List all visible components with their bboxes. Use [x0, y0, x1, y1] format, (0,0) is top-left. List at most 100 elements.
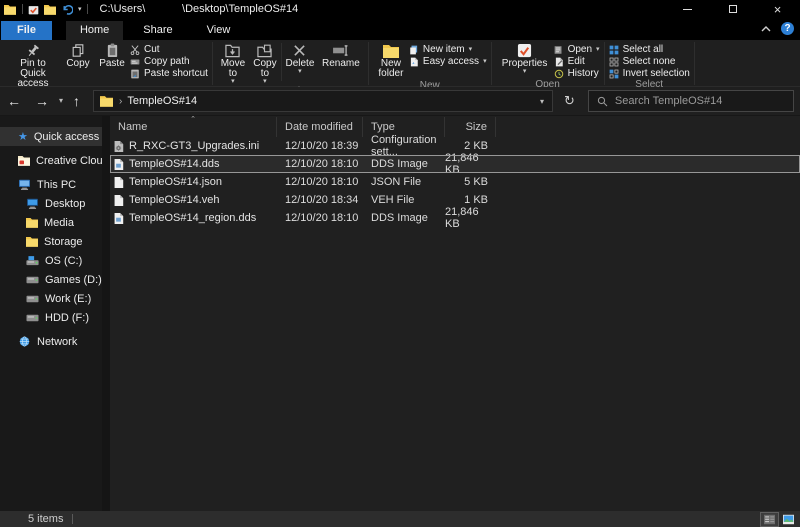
details-view-button[interactable] — [760, 512, 779, 527]
minimize-icon — [683, 9, 692, 10]
file-type: DDS Image — [363, 209, 445, 227]
move-to-button[interactable]: Move to▾ — [217, 42, 249, 86]
new-folder-button[interactable]: New folder — [373, 42, 409, 80]
tab-share[interactable]: Share — [129, 21, 186, 40]
tab-view[interactable]: View — [193, 21, 245, 40]
status-separator — [72, 514, 73, 524]
properties-quick-icon[interactable] — [28, 4, 39, 15]
file-date: 12/10/20 18:39 — [277, 137, 363, 155]
history-label: History — [568, 68, 599, 79]
navigation-pane: ★ Quick access Creative Cloud Files This… — [0, 116, 102, 511]
help-icon[interactable]: ? — [781, 22, 794, 35]
minimize-button[interactable] — [665, 0, 710, 18]
select-none-label: Select none — [623, 56, 676, 67]
dds-image-file-icon — [113, 158, 124, 171]
edit-button[interactable]: Edit — [554, 56, 600, 67]
easy-access-button[interactable]: Easy access ▾ — [409, 56, 487, 67]
delete-button[interactable]: Delete ▾ — [282, 42, 318, 76]
sidebar-item-quick-access[interactable]: ★ Quick access — [0, 127, 102, 146]
tab-file[interactable]: File — [1, 21, 52, 40]
edit-label: Edit — [568, 56, 585, 67]
sidebar-item-os-c[interactable]: OS (C:) — [0, 251, 102, 270]
search-box[interactable] — [588, 90, 794, 112]
copy-button[interactable]: Copy — [62, 42, 94, 70]
window-controls: × — [665, 0, 800, 18]
search-input[interactable] — [615, 95, 793, 107]
sidebar-item-this-pc[interactable]: This PC — [0, 175, 102, 194]
sidebar-item-media[interactable]: Media — [0, 213, 102, 232]
clipboard-small-buttons: Cut Copy path Paste shortcut — [130, 42, 208, 79]
sidebar-item-games-d[interactable]: Games (D:) — [0, 270, 102, 289]
dds-image-file-icon — [113, 212, 124, 225]
invert-selection-button[interactable]: Invert selection — [609, 68, 690, 79]
recent-locations-caret-icon[interactable]: ▾ — [56, 97, 66, 105]
sidebar-item-storage[interactable]: Storage — [0, 232, 102, 251]
address-dropdown-caret-icon[interactable]: ▾ — [532, 97, 552, 106]
file-date: 12/10/20 18:10 — [277, 155, 363, 173]
forward-button[interactable]: → — [28, 94, 56, 108]
file-name: TempleOS#14.dds — [129, 158, 220, 170]
breadcrumb-folder[interactable]: TempleOS#14 — [127, 95, 197, 107]
sidebar-item-label: OS (C:) — [45, 255, 82, 267]
properties-button[interactable]: Properties ▾ — [496, 42, 554, 76]
select-none-icon — [609, 57, 619, 67]
sidebar-item-work-e[interactable]: Work (E:) — [0, 289, 102, 308]
main-area: ★ Quick access Creative Cloud Files This… — [0, 116, 800, 511]
address-bar[interactable]: › TempleOS#14 ▾ — [93, 90, 553, 112]
copy-to-button[interactable]: Copy to▾ — [249, 42, 281, 86]
navigation-bar: ← → ▾ ↑ › TempleOS#14 ▾ ↻ — [0, 87, 800, 116]
new-folder-quick-icon[interactable] — [44, 4, 56, 15]
properties-icon — [517, 43, 532, 58]
column-header-type[interactable]: Type — [363, 117, 445, 137]
column-header-date-modified[interactable]: Date modified — [277, 117, 363, 137]
dropdown-caret-icon: ▾ — [523, 69, 527, 75]
select-all-button[interactable]: Select all — [609, 44, 690, 55]
back-button[interactable]: ← — [0, 94, 28, 108]
dropdown-caret-icon: ▾ — [483, 59, 487, 65]
details-view-icon — [763, 514, 776, 525]
sidebar-item-desktop[interactable]: Desktop — [0, 194, 102, 213]
collapse-ribbon-icon[interactable] — [761, 26, 771, 32]
column-header-name[interactable]: ⌃ Name — [110, 117, 277, 137]
maximize-button[interactable] — [710, 0, 755, 18]
creative-cloud-icon — [18, 155, 30, 166]
pin-to-quick-access-button[interactable]: Pin to Quick access — [4, 42, 62, 90]
up-button[interactable]: ↑ — [66, 94, 87, 108]
sidebar-item-label: This PC — [37, 179, 76, 191]
select-none-button[interactable]: Select none — [609, 56, 690, 67]
history-icon — [554, 69, 564, 79]
history-button[interactable]: History — [554, 68, 600, 79]
thumbnail-view-button[interactable] — [779, 512, 798, 527]
undo-icon[interactable] — [61, 4, 73, 15]
refresh-button[interactable]: ↻ — [553, 93, 586, 109]
file-row-dds-selected[interactable]: TempleOS#14.dds 12/10/20 18:10 DDS Image… — [110, 155, 800, 173]
easy-access-icon — [409, 57, 419, 67]
edit-icon — [554, 57, 564, 67]
pane-divider-scrollbar[interactable] — [102, 116, 110, 511]
sidebar-item-hdd-f[interactable]: HDD (F:) — [0, 308, 102, 327]
dropdown-caret-icon: ▾ — [263, 79, 267, 85]
move-to-icon — [225, 43, 240, 58]
copy-path-button[interactable]: Copy path — [130, 56, 208, 67]
separator — [87, 4, 88, 14]
paste-shortcut-label: Paste shortcut — [144, 68, 208, 79]
drive-icon — [26, 276, 39, 284]
sidebar-item-creative-cloud-files[interactable]: Creative Cloud Files — [0, 151, 102, 170]
new-folder-icon — [383, 43, 399, 58]
column-header-size[interactable]: Size — [445, 117, 496, 137]
rename-button[interactable]: Rename — [318, 42, 364, 70]
open-button[interactable]: Open ▾ — [554, 44, 600, 55]
file-row-region-dds[interactable]: TempleOS#14_region.dds 12/10/20 18:10 DD… — [110, 209, 800, 227]
customize-qat-caret-icon[interactable]: ▾ — [78, 5, 82, 13]
paste-shortcut-button[interactable]: Paste shortcut — [130, 68, 208, 79]
file-row-json[interactable]: TempleOS#14.json 12/10/20 18:10 JSON Fil… — [110, 173, 800, 191]
new-item-button[interactable]: New item ▾ — [409, 44, 487, 55]
sidebar-item-network[interactable]: Network — [0, 332, 102, 351]
paste-button[interactable]: Paste — [94, 42, 130, 70]
window-title-path: C:\Users\ \Desktop\TempleOS#14 — [100, 3, 299, 15]
file-list-pane[interactable]: ⌃ Name Date modified Type Size R_RXC-GT3… — [110, 116, 800, 511]
cut-label: Cut — [144, 44, 160, 55]
tab-home[interactable]: Home — [66, 21, 123, 40]
close-button[interactable]: × — [755, 0, 800, 18]
cut-button[interactable]: Cut — [130, 44, 208, 55]
